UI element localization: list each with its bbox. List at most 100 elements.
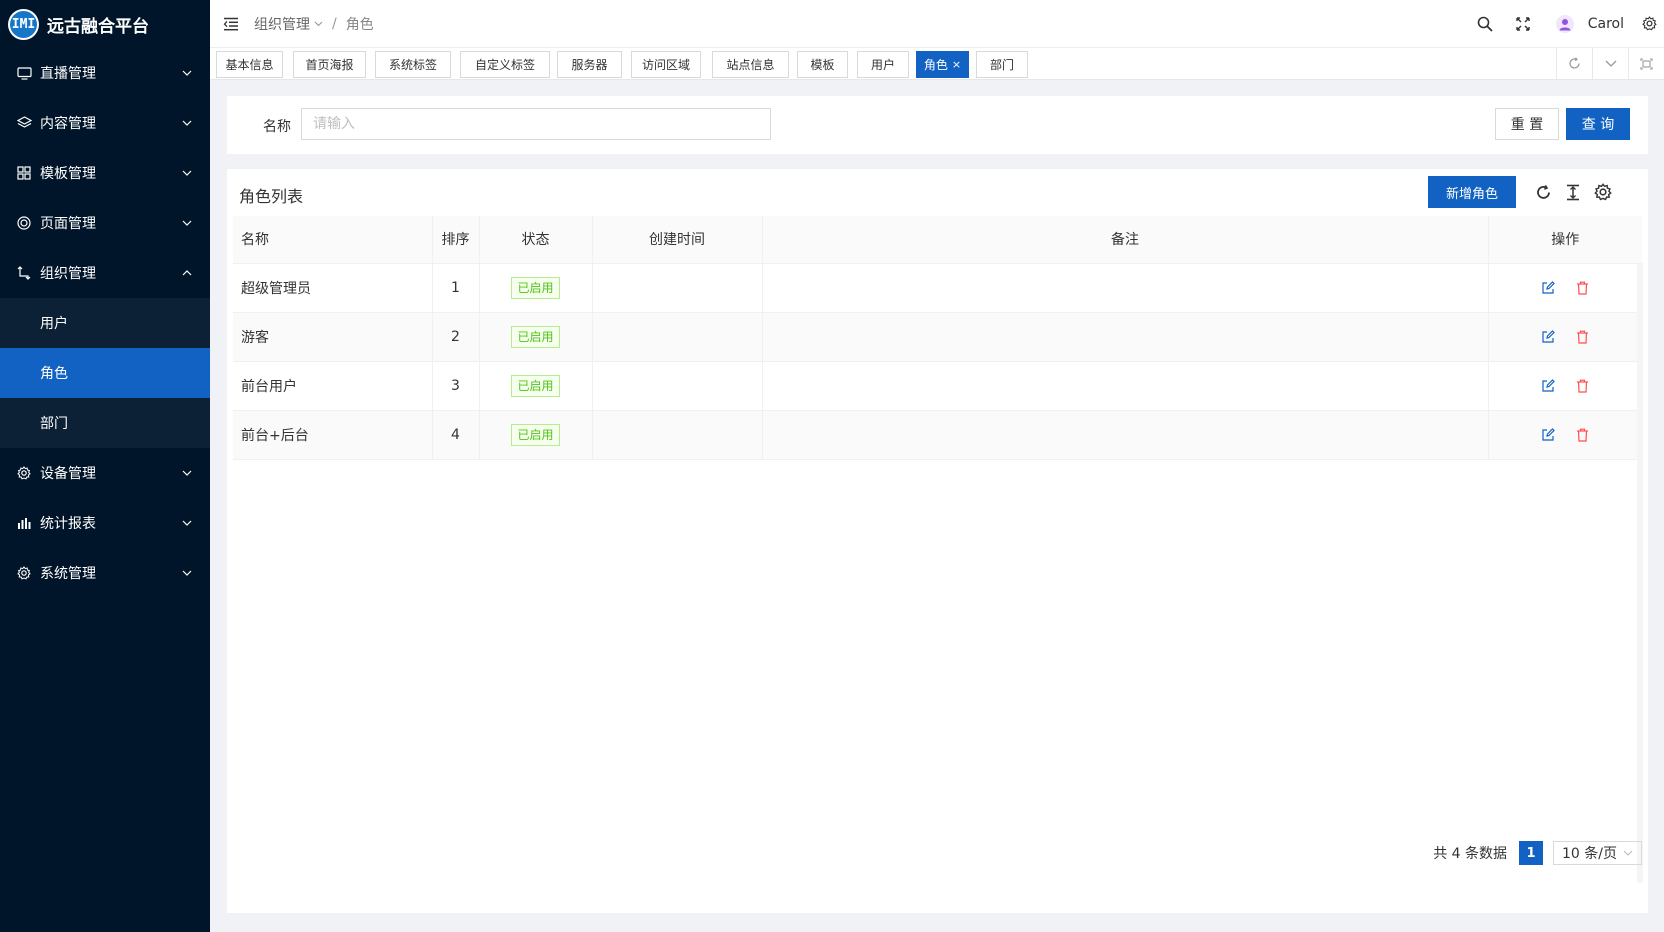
tab-departments[interactable]: 部门 [976,51,1028,78]
cell-created [592,263,763,313]
table-row[interactable]: 游客 2 已启用 [233,312,1642,362]
menu-fold-icon[interactable] [222,15,240,33]
settings-icon[interactable] [1590,179,1616,205]
column-header-name[interactable]: 名称 [233,216,433,264]
refresh-icon[interactable] [1530,179,1556,205]
tab-roles[interactable]: 角色 × [916,51,969,78]
status-badge: 已启用 [511,374,560,397]
monitor-icon [16,65,32,81]
cell-name: 前台+后台 [233,410,433,460]
fullscreen-icon[interactable] [1504,0,1542,47]
logo-mark-text: IMI [10,10,37,38]
edit-icon[interactable] [1540,329,1556,345]
search-name-label: 名称 [263,119,291,135]
tab-users[interactable]: 用户 [857,51,909,78]
table-row[interactable]: 前台用户 3 已启用 [233,361,1642,411]
sidebar-item-label: 设备管理 [40,466,96,482]
tab-home-poster[interactable]: 首页海报 [293,51,366,78]
column-header-created[interactable]: 创建时间 [592,216,763,264]
cell-remark [762,410,1489,460]
reset-button[interactable]: 重 置 [1495,108,1559,140]
pagination-total: 共 4 条数据 [1433,846,1507,862]
delete-icon[interactable] [1574,280,1590,296]
breadcrumb-item-org[interactable]: 组织管理 [254,14,323,34]
cell-remark [762,263,1489,313]
bar-chart-icon [16,515,32,531]
settings-icon[interactable] [1634,0,1664,47]
cell-sort: 4 [432,410,480,460]
table-row[interactable]: 超级管理员 1 已启用 [233,263,1642,313]
edit-icon[interactable] [1540,378,1556,394]
edit-icon[interactable] [1540,280,1556,296]
header-actions: Carol [1466,0,1664,47]
sidebar-subitem-users[interactable]: 用户 [0,298,210,348]
cell-name: 游客 [233,312,433,362]
breadcrumb: 组织管理 / 角色 [254,14,374,34]
sidebar-subitem-departments[interactable]: 部门 [0,398,210,448]
chevron-up-icon [182,268,192,278]
sidebar: IMI 远古融合平台 直播管理 内容管理 模板管理 页面管理 组织管理 用户 角… [0,0,210,932]
sidebar-item-live[interactable]: 直播管理 [0,48,210,98]
page-size-value: 10 条/页 [1562,846,1617,862]
cell-status: 已启用 [479,263,593,313]
delete-icon[interactable] [1574,378,1590,394]
logo-mark: IMI [8,8,39,40]
app-logo[interactable]: IMI 远古融合平台 [0,0,210,48]
refresh-icon[interactable] [1556,48,1592,79]
search-name-input[interactable] [301,108,771,140]
sidebar-item-org[interactable]: 组织管理 [0,248,210,298]
column-header-remark[interactable]: 备注 [762,216,1489,264]
tab-template[interactable]: 模板 [797,51,848,78]
chevron-down-icon [314,21,323,26]
cell-name: 前台用户 [233,361,433,411]
cell-actions [1488,410,1642,460]
org-icon [16,265,32,281]
query-button[interactable]: 查 询 [1566,108,1630,140]
cell-sort: 3 [432,361,480,411]
cell-created [592,312,763,362]
column-height-icon[interactable] [1560,179,1586,205]
gear-icon [16,465,32,481]
tab-system-tags[interactable]: 系统标签 [375,51,451,78]
add-role-button[interactable]: 新增角色 [1428,176,1516,208]
chevron-down-icon [1623,850,1633,856]
expand-icon[interactable] [1628,48,1664,79]
tab-access-region[interactable]: 访问区域 [631,51,701,78]
tab-server[interactable]: 服务器 [557,51,622,78]
edit-icon[interactable] [1540,427,1556,443]
cell-remark [762,361,1489,411]
table-scrollbar[interactable] [1637,263,1643,883]
sidebar-submenu-org: 用户 角色 部门 [0,298,210,448]
sidebar-item-system[interactable]: 系统管理 [0,548,210,598]
user-menu[interactable]: Carol [1542,0,1634,47]
delete-icon[interactable] [1574,427,1590,443]
sidebar-item-label: 直播管理 [40,66,96,82]
avatar [1555,14,1574,33]
search-icon[interactable] [1466,0,1504,47]
tabs-tools [1556,48,1664,79]
status-badge: 已启用 [511,325,560,348]
sidebar-item-device[interactable]: 设备管理 [0,448,210,498]
table-row[interactable]: 前台+后台 4 已启用 [233,410,1642,460]
sidebar-item-label: 统计报表 [40,516,96,532]
tabs-bar: 基本信息 首页海报 系统标签 自定义标签 服务器 访问区域 站点信息 模板 用户… [210,47,1664,80]
cell-status: 已启用 [479,410,593,460]
sidebar-item-template[interactable]: 模板管理 [0,148,210,198]
sidebar-item-stats[interactable]: 统计报表 [0,498,210,548]
close-icon[interactable]: × [952,58,961,71]
tab-site-info[interactable]: 站点信息 [712,51,789,78]
sidebar-subitem-roles[interactable]: 角色 [0,348,210,398]
tab-custom-tags[interactable]: 自定义标签 [460,51,550,78]
column-header-sort[interactable]: 排序 [432,216,480,264]
delete-icon[interactable] [1574,329,1590,345]
status-badge: 已启用 [511,276,560,299]
pagination-page-1[interactable]: 1 [1519,841,1543,865]
column-header-status[interactable]: 状态 [479,216,593,264]
role-list-panel: 角色列表 新增角色 名称 排序 状态 创建时间 备注 操作 超级管理员 1 已启… [227,169,1648,913]
tab-basic-info[interactable]: 基本信息 [216,51,283,78]
chevron-down-icon[interactable] [1592,48,1628,79]
page-size-select[interactable]: 10 条/页 [1553,841,1642,865]
sidebar-item-page[interactable]: 页面管理 [0,198,210,248]
sidebar-item-content[interactable]: 内容管理 [0,98,210,148]
cell-sort: 1 [432,263,480,313]
